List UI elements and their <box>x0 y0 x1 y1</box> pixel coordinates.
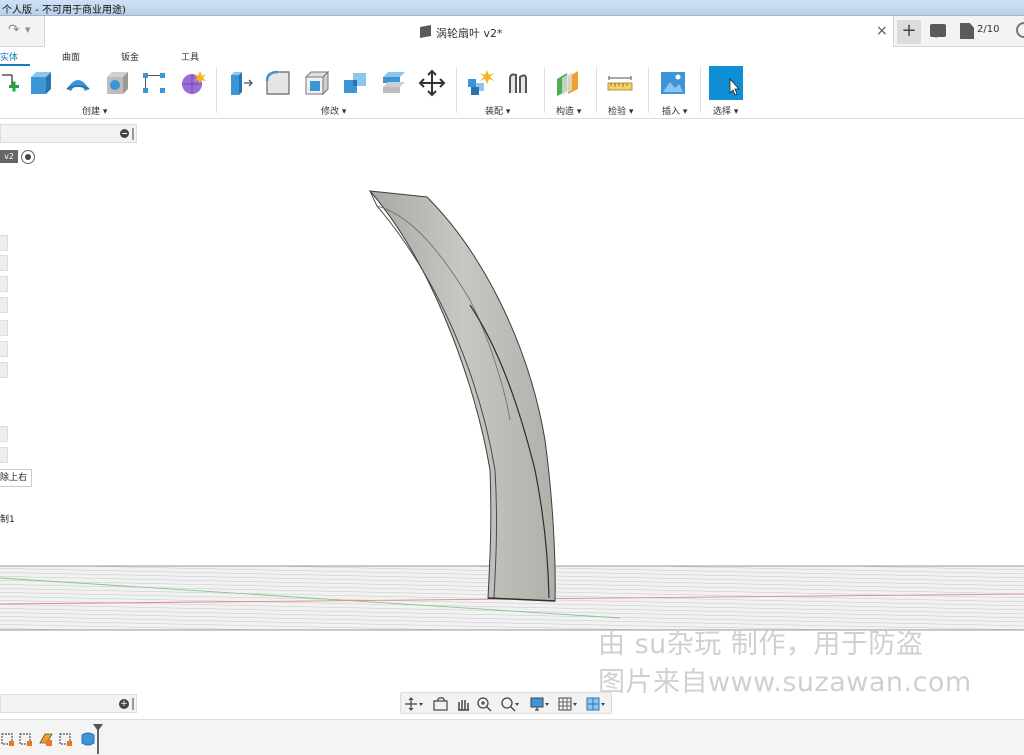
add-comment-icon[interactable]: + <box>119 699 129 709</box>
job-status-icon[interactable] <box>960 23 974 39</box>
pattern-icon[interactable] <box>140 69 168 97</box>
move-copy-icon[interactable] <box>418 69 446 97</box>
window-titlebar: 个人版 - 不可用于商业用途) <box>0 0 1024 16</box>
create-sketch-icon[interactable] <box>0 69 28 97</box>
tab-solid[interactable]: 实体 <box>0 50 18 63</box>
create-form-icon[interactable] <box>178 69 206 97</box>
ribbon-divider <box>216 67 217 113</box>
help-icon[interactable] <box>1016 22 1024 38</box>
ribbon-divider <box>456 67 457 113</box>
select-menu[interactable]: 选择 ▾ <box>713 104 738 117</box>
document-cube-icon <box>420 25 431 38</box>
ribbon-divider <box>648 67 649 113</box>
comments-panel-header[interactable]: + <box>0 694 137 713</box>
ribbon-divider <box>544 67 545 113</box>
zoom-window-icon[interactable] <box>499 696 519 712</box>
new-component-icon[interactable] <box>466 69 494 97</box>
fillet-icon[interactable] <box>264 69 292 97</box>
shell-icon[interactable] <box>303 69 331 97</box>
inspect-menu[interactable]: 检验 ▾ <box>608 104 633 117</box>
timeline-plane-icon[interactable] <box>38 731 54 747</box>
window-title: 个人版 - 不可用于商业用途) <box>2 5 126 16</box>
orbit-icon[interactable] <box>403 696 423 712</box>
joint-icon[interactable] <box>504 69 532 97</box>
ribbon-divider <box>596 67 597 113</box>
watermark-line-1: 由 su杂玩 制作，用于防盗 <box>598 629 924 660</box>
tab-sheet-metal[interactable]: 钣金 <box>121 50 139 63</box>
comments-icon[interactable] <box>930 24 946 38</box>
redo-dropdown-icon[interactable]: ▼ <box>25 26 30 34</box>
offset-face-icon[interactable] <box>380 69 408 97</box>
insert-menu[interactable]: 插入 ▾ <box>662 104 687 117</box>
new-tab-button[interactable]: + <box>897 20 921 44</box>
pin-comments-icon[interactable] <box>132 698 134 710</box>
close-tab-button[interactable]: × <box>876 23 888 39</box>
grid-settings-icon[interactable] <box>557 696 577 712</box>
timeline-marker[interactable] <box>93 724 103 754</box>
select-icon[interactable] <box>709 66 743 100</box>
viewports-icon[interactable] <box>585 696 605 712</box>
document-title: 涡轮扇叶 v2* <box>436 27 503 40</box>
insert-image-icon[interactable] <box>659 69 687 97</box>
active-tab-underline <box>0 64 30 66</box>
document-tab-bar: ↷ ▼ 涡轮扇叶 v2* × + 2/10 <box>0 16 1024 47</box>
offset-plane-icon[interactable] <box>554 69 582 97</box>
navigation-bar <box>400 692 612 714</box>
assemble-menu[interactable]: 装配 ▾ <box>485 104 510 117</box>
revolve-icon[interactable] <box>64 69 92 97</box>
watermark-line-2: 图片来自www.suzawan.com <box>598 667 972 698</box>
timeline <box>0 719 1024 755</box>
turbine-blade-model[interactable] <box>368 190 556 602</box>
pan-icon[interactable] <box>453 696 473 712</box>
combine-icon[interactable] <box>341 69 369 97</box>
measure-icon[interactable] <box>606 69 634 97</box>
timeline-sketch-icon[interactable] <box>18 731 34 747</box>
tab-surface[interactable]: 曲面 <box>62 50 80 63</box>
look-at-icon[interactable] <box>431 696 451 712</box>
create-menu[interactable]: 创建 ▾ <box>82 104 107 117</box>
zoom-icon[interactable] <box>475 696 495 712</box>
modify-menu[interactable]: 修改 ▾ <box>321 104 346 117</box>
toolbar-ribbon: 实体 曲面 钣金 工具 创建 ▾ 修改 ▾ 装配 ▾ 构造 ▾ 检验 ▾ 插入 … <box>0 47 1024 119</box>
press-pull-icon[interactable] <box>226 69 254 97</box>
construct-menu[interactable]: 构造 ▾ <box>556 104 581 117</box>
display-settings-icon[interactable] <box>529 696 549 712</box>
tab-tools[interactable]: 工具 <box>181 50 199 63</box>
hole-icon[interactable] <box>103 69 131 97</box>
ribbon-divider <box>700 67 701 113</box>
extrude-icon[interactable] <box>26 69 54 97</box>
job-status-count[interactable]: 2/10 <box>977 24 999 35</box>
timeline-sketch-icon[interactable] <box>58 731 74 747</box>
redo-icon[interactable]: ↷ <box>8 22 20 38</box>
timeline-sketch-icon[interactable] <box>0 731 16 747</box>
